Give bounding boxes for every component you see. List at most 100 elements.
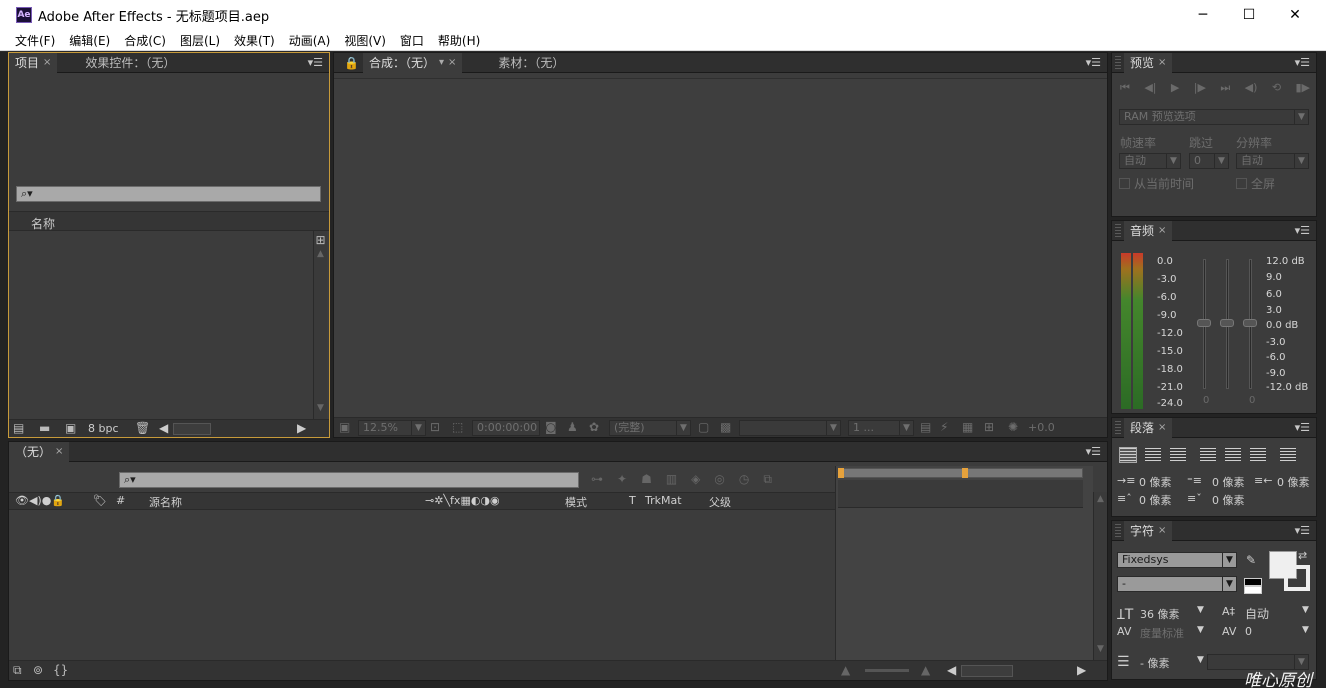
- stroke-width-dropdown-icon[interactable]: ▼: [1197, 655, 1204, 665]
- menu-effect[interactable]: 效果(T): [227, 32, 282, 49]
- lock-icon[interactable]: 🔒: [344, 56, 359, 70]
- timeline-icon[interactable]: ▦: [962, 420, 973, 434]
- menu-view[interactable]: 视图(V): [337, 32, 393, 49]
- menu-window[interactable]: 窗口: [393, 32, 431, 49]
- channel-icon[interactable]: ✿: [589, 420, 599, 434]
- column-source-name[interactable]: 源名称: [149, 494, 182, 510]
- last-frame-icon[interactable]: ⏭: [1220, 81, 1230, 95]
- font-family-dropdown[interactable]: Fixedsys ▼: [1117, 552, 1237, 568]
- reset-exposure-icon[interactable]: ✺: [1008, 420, 1018, 434]
- scroll-down-icon[interactable]: ▼: [314, 403, 327, 413]
- justify-last-left-icon[interactable]: [1200, 448, 1216, 462]
- always-preview-icon[interactable]: ▣: [339, 420, 350, 434]
- zoom-in-icon[interactable]: ▲: [921, 663, 930, 677]
- first-frame-icon[interactable]: ⏮: [1120, 81, 1130, 95]
- align-right-icon[interactable]: [1170, 448, 1186, 462]
- brainstorm-icon[interactable]: ◎: [714, 472, 724, 488]
- play-icon[interactable]: ▶: [1171, 81, 1179, 95]
- tracking-dropdown-icon[interactable]: ▼: [1302, 625, 1309, 635]
- scroll-up-icon[interactable]: ▲: [1094, 494, 1107, 504]
- scroll-down-icon[interactable]: ▼: [1094, 644, 1107, 654]
- work-area-end-handle[interactable]: [962, 468, 968, 478]
- right-volume-knob[interactable]: [1243, 319, 1257, 327]
- space-after-value[interactable]: 0 像素: [1212, 492, 1245, 508]
- trash-icon[interactable]: 🗑: [135, 421, 150, 435]
- close-icon[interactable]: ×: [1158, 521, 1166, 541]
- interpret-footage-icon[interactable]: ▤: [13, 421, 24, 435]
- exposure-value[interactable]: +0.0: [1028, 421, 1055, 434]
- master-volume-knob[interactable]: [1220, 319, 1234, 327]
- view-layout-dropdown[interactable]: 1 ... ▼: [848, 420, 914, 436]
- skip-dropdown[interactable]: 0 ▼: [1189, 153, 1229, 169]
- left-volume-knob[interactable]: [1197, 319, 1211, 327]
- right-value[interactable]: 0: [1249, 395, 1255, 406]
- auto-keyframe-icon[interactable]: ◷: [739, 472, 749, 488]
- toggle-pixel-aspect-icon[interactable]: ▤: [920, 420, 931, 434]
- scroll-left-icon[interactable]: ◀: [159, 421, 168, 435]
- column-track-matte[interactable]: TrkMat: [645, 494, 682, 507]
- panel-menu-icon[interactable]: ▾☰: [1086, 56, 1101, 69]
- menu-file[interactable]: 文件(F): [8, 32, 62, 49]
- toggle-modes-icon[interactable]: ⊚: [33, 663, 43, 677]
- switches-icons[interactable]: ⊸✲╲fx▦◐◑◉: [425, 494, 500, 507]
- close-icon[interactable]: ×: [43, 53, 51, 73]
- zoom-out-icon[interactable]: ▲: [841, 663, 850, 677]
- work-area-start-handle[interactable]: [838, 468, 844, 478]
- project-scrollbar[interactable]: ⊞ ▲ ▼: [313, 231, 327, 419]
- ram-preview-icon[interactable]: ▮▶: [1295, 81, 1310, 95]
- toggle-layer-switches-icon[interactable]: ⧉: [13, 663, 22, 678]
- hide-shy-layers-icon[interactable]: ☗: [641, 472, 652, 488]
- tab-effect-controls[interactable]: 效果控件：（无）: [57, 53, 181, 73]
- scroll-left-icon[interactable]: ◀: [947, 663, 956, 677]
- column-name[interactable]: 名称: [31, 215, 55, 232]
- timeline-search-input[interactable]: ⌕▾: [119, 472, 579, 488]
- scroll-up-icon[interactable]: ▲: [314, 249, 327, 259]
- panel-menu-icon[interactable]: ▾☰: [308, 56, 323, 69]
- tab-footage[interactable]: 素材：（无）: [492, 53, 570, 73]
- column-parent[interactable]: 父级: [709, 494, 731, 510]
- indent-first-line-value[interactable]: 0 像素: [1212, 474, 1245, 490]
- justify-last-center-icon[interactable]: [1225, 448, 1241, 462]
- mask-visibility-icon[interactable]: ⬚: [452, 420, 463, 434]
- tab-composition[interactable]: 合成：（无） ▾ ×: [362, 52, 463, 73]
- menu-animation[interactable]: 动画(A): [282, 32, 338, 49]
- frame-blending-icon[interactable]: ▥: [666, 472, 677, 488]
- kerning-dropdown-icon[interactable]: ▼: [1197, 625, 1204, 635]
- font-size-value[interactable]: 36 像素: [1140, 606, 1180, 622]
- frame-rate-dropdown[interactable]: 自动 ▼: [1119, 153, 1181, 169]
- av-features-icon[interactable]: 👁◀)●🔒: [15, 494, 65, 507]
- zoom-dropdown[interactable]: 12.5% ▼: [358, 420, 426, 436]
- indent-left-value[interactable]: 0 像素: [1139, 474, 1172, 490]
- timecode-field[interactable]: 0:00:00:00: [472, 420, 540, 436]
- tab-character[interactable]: 字符 ×: [1124, 520, 1173, 541]
- new-folder-icon[interactable]: ▬: [39, 421, 50, 435]
- font-style-dropdown[interactable]: - ▼: [1117, 576, 1237, 592]
- stroke-width-value[interactable]: - 像素: [1140, 655, 1169, 671]
- font-size-dropdown-icon[interactable]: ▼: [1197, 605, 1204, 615]
- region-of-interest-icon[interactable]: ▢: [698, 420, 709, 434]
- from-current-time-checkbox[interactable]: [1119, 178, 1130, 189]
- show-snapshot-icon[interactable]: ♟: [567, 420, 578, 434]
- kerning-value[interactable]: 度量标准: [1140, 625, 1184, 641]
- tab-project[interactable]: 项目 ×: [9, 52, 58, 73]
- composition-viewer[interactable]: [334, 78, 1107, 417]
- set-black-icon[interactable]: [1244, 578, 1262, 586]
- tracking-value[interactable]: 0: [1245, 625, 1252, 638]
- column-preserve-transparency[interactable]: T: [629, 494, 636, 507]
- bpc-toggle[interactable]: 8 bpc: [88, 422, 119, 435]
- panel-menu-icon[interactable]: ▾☰: [1295, 224, 1310, 237]
- close-icon[interactable]: ×: [1158, 53, 1166, 73]
- next-frame-icon[interactable]: |▶: [1194, 81, 1206, 95]
- justify-all-icon[interactable]: [1280, 448, 1296, 462]
- swap-colors-icon[interactable]: ⇄: [1298, 549, 1307, 562]
- leading-dropdown-icon[interactable]: ▼: [1302, 605, 1309, 615]
- set-white-icon[interactable]: [1244, 586, 1262, 594]
- left-value[interactable]: 0: [1203, 395, 1209, 406]
- column-mode[interactable]: 模式: [565, 494, 587, 510]
- flowchart-icon[interactable]: ⊞: [984, 420, 994, 434]
- column-number[interactable]: #: [116, 494, 125, 507]
- horizontal-scroll-thumb[interactable]: [961, 665, 1013, 677]
- scroll-right-icon[interactable]: ▶: [1077, 663, 1086, 677]
- indent-right-value[interactable]: 0 像素: [1277, 474, 1310, 490]
- work-area-bar[interactable]: [838, 468, 1083, 478]
